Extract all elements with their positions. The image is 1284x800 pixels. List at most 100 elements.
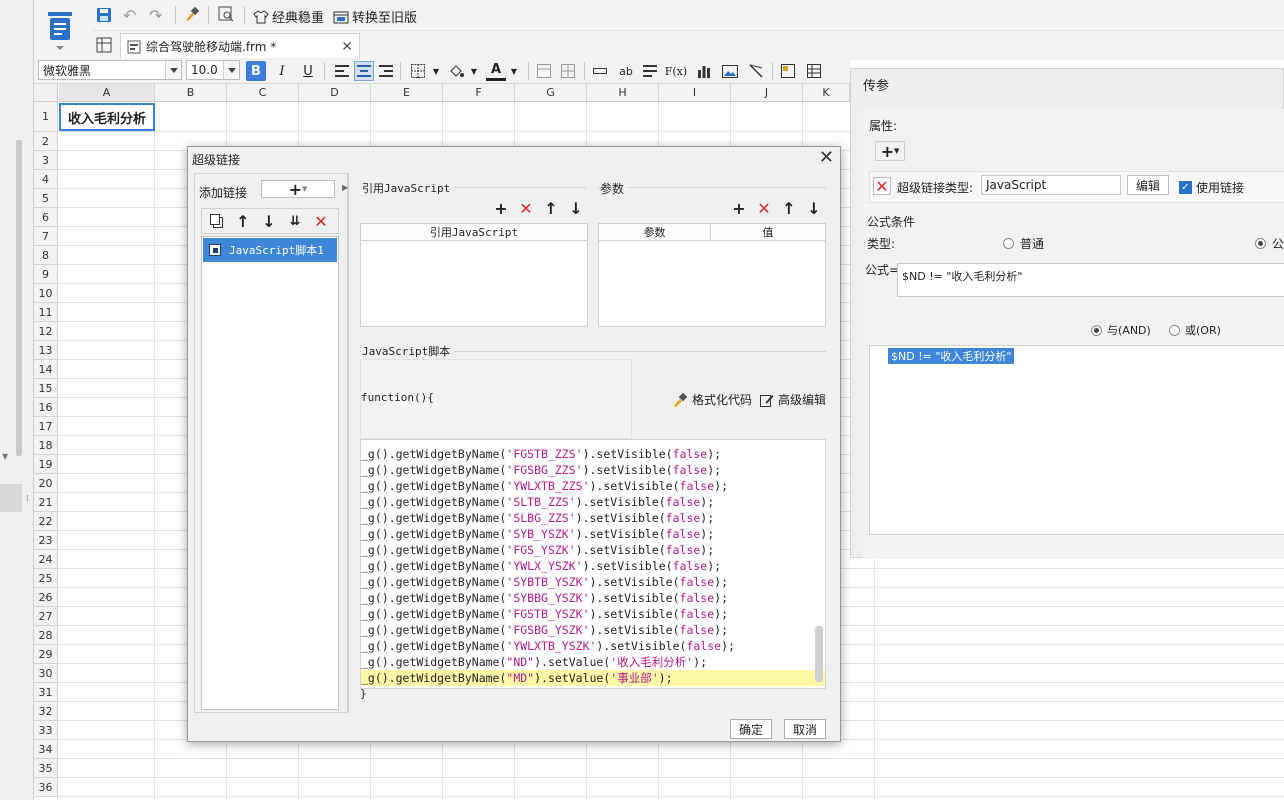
row-header[interactable]: 4 — [34, 170, 58, 189]
image-icon[interactable] — [720, 61, 740, 81]
row-header[interactable]: 1 — [34, 102, 58, 132]
row-header[interactable]: 9 — [34, 265, 58, 284]
underline-icon[interactable]: U — [298, 61, 318, 81]
column-header[interactable]: G — [515, 84, 587, 102]
chevron-down-icon[interactable]: ▼ — [504, 61, 524, 81]
column-header[interactable]: A — [59, 84, 155, 102]
select-all-corner[interactable] — [34, 84, 58, 102]
align-center-icon[interactable] — [354, 61, 374, 81]
preview-icon[interactable] — [218, 6, 234, 22]
classic-theme-button[interactable]: 经典稳重 — [253, 7, 324, 26]
column-header[interactable]: I — [659, 84, 731, 102]
add-property-button[interactable]: + ▼ — [875, 141, 905, 161]
ref-down-icon[interactable]: ↓ — [567, 199, 585, 218]
close-icon[interactable]: ✕ — [819, 147, 834, 168]
row-header[interactable]: 23 — [34, 531, 58, 550]
column-header[interactable]: D — [299, 84, 371, 102]
row-header[interactable]: 34 — [34, 740, 58, 759]
text-icon[interactable]: ab — [616, 61, 636, 81]
undo-icon[interactable]: ↶ — [123, 6, 136, 25]
use-link-checkbox[interactable]: ✓ 使用链接 — [1179, 179, 1244, 196]
move-bottom-icon[interactable]: ⇊ — [286, 212, 304, 230]
move-down-icon[interactable]: ↓ — [260, 212, 278, 231]
type-formula-radio[interactable]: 公 — [1255, 235, 1284, 252]
ok-button[interactable]: 确定 — [730, 719, 772, 739]
column-header[interactable]: C — [227, 84, 299, 102]
row-header[interactable]: 15 — [34, 379, 58, 398]
row-header[interactable]: 19 — [34, 455, 58, 474]
row-header[interactable]: 10 — [34, 284, 58, 303]
row-header[interactable]: 18 — [34, 436, 58, 455]
link-list-item[interactable]: JavaScript脚本1 — [203, 238, 337, 262]
chart-icon[interactable] — [694, 61, 714, 81]
unmerge-cells-icon[interactable] — [558, 61, 578, 81]
drag-handle-icon[interactable]: ⁞ — [26, 494, 29, 504]
condition-list[interactable]: $ND != "收入毛利分析" — [869, 345, 1284, 535]
column-header[interactable]: H — [587, 84, 659, 102]
chevron-down-icon[interactable]: ▼ — [464, 61, 484, 81]
format-brush-icon[interactable] — [184, 6, 200, 22]
format-code-button[interactable]: 格式化代码 — [672, 391, 752, 408]
cancel-button[interactable]: 取消 — [784, 719, 826, 739]
merge-cells-icon[interactable] — [534, 61, 554, 81]
param-up-icon[interactable]: ↑ — [780, 199, 798, 218]
slash-cell-icon[interactable] — [746, 61, 766, 81]
delete-ref-icon[interactable]: ✕ — [517, 199, 535, 218]
row-header[interactable]: 27 — [34, 607, 58, 626]
advanced-edit-button[interactable]: 高级编辑 — [760, 391, 826, 408]
chevron-down-icon[interactable]: ▼ — [426, 61, 446, 81]
link-listbox[interactable]: JavaScript脚本1 — [201, 236, 339, 710]
row-header[interactable]: 29 — [34, 645, 58, 664]
row-header[interactable]: 17 — [34, 417, 58, 436]
side-scrollbar[interactable] — [16, 140, 22, 456]
row-header[interactable]: 35 — [34, 759, 58, 778]
type-normal-radio[interactable]: 普通 — [1003, 235, 1044, 252]
border-icon[interactable] — [408, 61, 428, 81]
row-header[interactable]: 26 — [34, 588, 58, 607]
js-code-editor[interactable]: _g().getWidgetByName('FGSTB_ZZS').setVis… — [360, 439, 826, 689]
column-header[interactable]: E — [371, 84, 443, 102]
align-right-icon[interactable] — [376, 61, 396, 81]
font-size-select[interactable]: 10.0 — [186, 60, 240, 80]
and-radio[interactable]: 与(AND) — [1091, 322, 1151, 338]
grid-layout-icon[interactable] — [804, 61, 824, 81]
row-header[interactable]: 6 — [34, 208, 58, 227]
bold-icon[interactable]: B — [246, 61, 266, 81]
close-tab-icon[interactable]: ✕ — [341, 39, 353, 55]
row-header[interactable]: 22 — [34, 512, 58, 531]
ref-up-icon[interactable]: ↑ — [542, 199, 560, 218]
formula-input[interactable]: $ND != "收入毛利分析" — [897, 263, 1284, 297]
condition-list-item[interactable]: $ND != "收入毛利分析" — [888, 348, 1015, 364]
grid-view-icon[interactable] — [94, 35, 114, 55]
cell-a1[interactable]: 收入毛利分析 — [59, 103, 155, 131]
column-header[interactable]: B — [155, 84, 227, 102]
row-header[interactable]: 32 — [34, 702, 58, 721]
insert-row-icon[interactable] — [590, 61, 610, 81]
fill-color-icon[interactable] — [446, 61, 466, 81]
font-color-icon[interactable]: A — [486, 61, 506, 81]
delete-icon[interactable]: ✕ — [312, 212, 330, 231]
row-header[interactable]: 16 — [34, 398, 58, 417]
paragraph-icon[interactable] — [640, 61, 660, 81]
column-header[interactable]: K — [803, 84, 850, 102]
row-header[interactable]: 2 — [34, 132, 58, 151]
row-header[interactable]: 28 — [34, 626, 58, 645]
row-header[interactable]: 12 — [34, 322, 58, 341]
align-left-icon[interactable] — [332, 61, 352, 81]
switch-old-version-button[interactable]: 转换至旧版 — [333, 7, 417, 26]
italic-icon[interactable]: I — [272, 61, 292, 81]
delete-link-icon[interactable]: ✕ — [873, 177, 891, 196]
row-header[interactable]: 14 — [34, 360, 58, 379]
font-family-select[interactable]: 微软雅黑 — [38, 60, 182, 80]
row-header[interactable]: 11 — [34, 303, 58, 322]
add-ref-icon[interactable]: + — [492, 199, 510, 218]
move-up-icon[interactable]: ↑ — [234, 212, 252, 231]
delete-param-icon[interactable]: ✕ — [755, 199, 773, 218]
form-widget-icon[interactable] — [778, 61, 798, 81]
redo-icon[interactable]: ↷ — [149, 6, 162, 25]
params-table[interactable]: 参数 值 — [598, 223, 826, 327]
column-header[interactable]: J — [731, 84, 803, 102]
link-type-field[interactable]: JavaScript — [981, 175, 1121, 195]
edit-button[interactable]: 编辑 — [1127, 175, 1169, 195]
row-header[interactable]: 13 — [34, 341, 58, 360]
